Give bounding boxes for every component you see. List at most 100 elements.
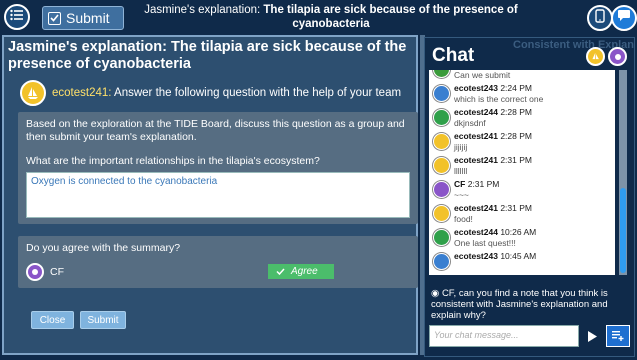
chat-message-text: which is the correct one <box>454 94 544 104</box>
chat-message: ecotest243 10:45 AM <box>429 250 615 274</box>
member-icon <box>32 269 38 275</box>
page-title: Jasmine's explanation: The tilapia are s… <box>136 3 526 31</box>
menu-icon <box>10 8 24 26</box>
chat-message: ecotest241 2:31 PM lllllll <box>429 154 615 178</box>
chat-participant-avatar <box>608 47 627 66</box>
tablet-icon <box>595 8 605 28</box>
chat-message-header: ecotest244 10:26 AM <box>454 227 536 237</box>
menu-button[interactable] <box>4 4 30 30</box>
chat-message: ecotest244 10:26 AM One last quest!!! <box>429 226 615 250</box>
agreement-question: Do you agree with the summary? <box>26 242 181 254</box>
chat-message: ecotest243 2:24 PM which is the correct o… <box>429 82 615 106</box>
check-icon <box>276 268 285 275</box>
submit-top-label: Submit <box>66 10 110 26</box>
chat-message-avatar <box>433 205 450 222</box>
chat-message-user: ecotest241 <box>454 155 498 165</box>
chat-message-header: ecotest243 10:45 AM <box>454 251 536 261</box>
chat-message-header: ecotest241 2:31 PM <box>454 203 532 213</box>
chat-message-avatar <box>433 133 450 150</box>
chat-message-user: CF <box>454 179 466 189</box>
chat-message-avatar <box>433 85 450 102</box>
submit-button[interactable]: Submit <box>80 311 126 329</box>
chat-message-user: ecotest241 <box>454 131 498 141</box>
send-button[interactable] <box>583 326 601 346</box>
chat-message-text: Can we submit <box>454 70 511 80</box>
chat-message-user: ecotest243 <box>454 251 498 261</box>
sailboat-icon <box>28 87 38 99</box>
chat-message-time: 2:31 PM <box>500 155 532 165</box>
chat-message-text: food! <box>454 214 473 224</box>
chat-message-avatar <box>433 70 450 78</box>
chat-message-avatar <box>433 157 450 174</box>
chat-message-time: 2:31 PM <box>500 203 532 213</box>
chat-message-avatar <box>433 253 450 270</box>
agreement-box: Do you agree with the summary? CF Agree <box>18 236 418 288</box>
chat-message-list[interactable]: Can we submit ecotest243 2:24 PM which is … <box>429 70 615 275</box>
chat-message-time: 2:28 PM <box>500 107 532 117</box>
sailboat-icon <box>591 52 599 59</box>
chat-message-time: 2:24 PM <box>500 83 532 93</box>
chat-message-header: ecotest243 2:24 PM <box>454 83 532 93</box>
title-bold: The tilapia are sick because of the pres… <box>263 4 518 30</box>
chat-panel: Consistent with Explan Chat Can we submi… <box>424 37 635 357</box>
chat-title: Chat <box>432 45 475 66</box>
chat-message-user: ecotest244 <box>454 227 498 237</box>
chat-message-header: ecotest241 2:31 PM <box>454 155 532 165</box>
top-bar: Submit Jasmine's explanation: The tilapi… <box>0 0 637 34</box>
agree-status-badge: Agree <box>268 264 334 279</box>
chat-message-user: ecotest244 <box>454 107 498 117</box>
member-icon <box>614 53 621 60</box>
explanation-title: Jasmine's explanation: The tilapia are s… <box>8 39 407 72</box>
chat-message-header: ecotest241 2:28 PM <box>454 131 532 141</box>
chat-bubble-icon <box>617 9 631 27</box>
chat-message: Can we submit <box>429 70 615 82</box>
prompt-text: Answer the following question with the h… <box>114 87 402 99</box>
checkbox-icon <box>48 11 61 25</box>
chat-message: ecotest241 2:31 PM food! <box>429 202 615 226</box>
member-avatar <box>26 263 44 281</box>
chat-message-header: CF 2:31 PM <box>454 179 499 189</box>
close-button[interactable]: Close <box>31 311 74 329</box>
chat-message-text: ~~~ <box>454 190 469 200</box>
chat-message-text: dkjnsdnf <box>454 118 486 128</box>
add-note-button[interactable] <box>606 325 630 347</box>
chat-message: CF 2:31 PM ~~~ <box>429 178 615 202</box>
chat-prompt-text: CF, can you find a note that you think i… <box>431 288 608 321</box>
note-plus-icon <box>612 331 624 341</box>
submit-top-button[interactable]: Submit <box>42 6 124 30</box>
chat-participant-avatar <box>586 47 605 66</box>
chat-message-time: 10:45 AM <box>500 251 537 261</box>
member-name: CF <box>50 266 64 278</box>
chat-message-text: jijijij <box>454 142 468 152</box>
explanation-panel: Jasmine's explanation: The tilapia are s… <box>2 35 418 355</box>
tablet-button[interactable] <box>587 5 613 31</box>
send-arrow-icon <box>587 330 597 342</box>
chat-message-time: 10:26 AM <box>500 227 537 237</box>
prompt-username: ecotest241: <box>52 87 112 99</box>
chat-message-avatar <box>433 181 450 198</box>
chat-message-header: ecotest244 2:28 PM <box>454 107 532 117</box>
prompt-line: ecotest241: Answer the following questio… <box>52 87 401 99</box>
chat-scrollbar-thumb[interactable] <box>620 188 626 273</box>
chat-message-time: 2:28 PM <box>500 131 532 141</box>
chat-message: ecotest244 2:28 PM dkjnsdnf <box>429 106 615 130</box>
title-prefix: Jasmine's explanation: <box>144 4 261 16</box>
chat-message-user: ecotest241 <box>454 203 498 213</box>
chat-message-text: One last quest!!! <box>454 238 516 248</box>
agree-status-label: Agree <box>291 266 318 277</box>
chat-message-time: 2:31 PM <box>467 179 500 189</box>
question-ask: What are the important relationships in … <box>26 155 320 167</box>
answer-textarea[interactable]: Oxygen is connected to the cyanobacteria <box>26 172 410 218</box>
chat-message: ecotest241 2:28 PM jijijij <box>429 130 615 154</box>
user-avatar <box>20 80 46 106</box>
chat-message-avatar <box>433 109 450 126</box>
chat-message-text: lllllll <box>454 166 468 176</box>
chat-message-user: ecotest243 <box>454 83 498 93</box>
chat-message-input[interactable]: Your chat message... <box>429 325 579 347</box>
chat-toggle-button[interactable] <box>611 5 637 31</box>
prompt-bullet-icon: ◉ <box>431 288 442 299</box>
question-box: Based on the exploration at the TIDE Boa… <box>18 112 418 224</box>
chat-prompt: ◉ CF, can you find a note that you think… <box>431 288 631 321</box>
chat-message-avatar <box>433 229 450 246</box>
question-intro: Based on the exploration at the TIDE Boa… <box>26 118 405 143</box>
